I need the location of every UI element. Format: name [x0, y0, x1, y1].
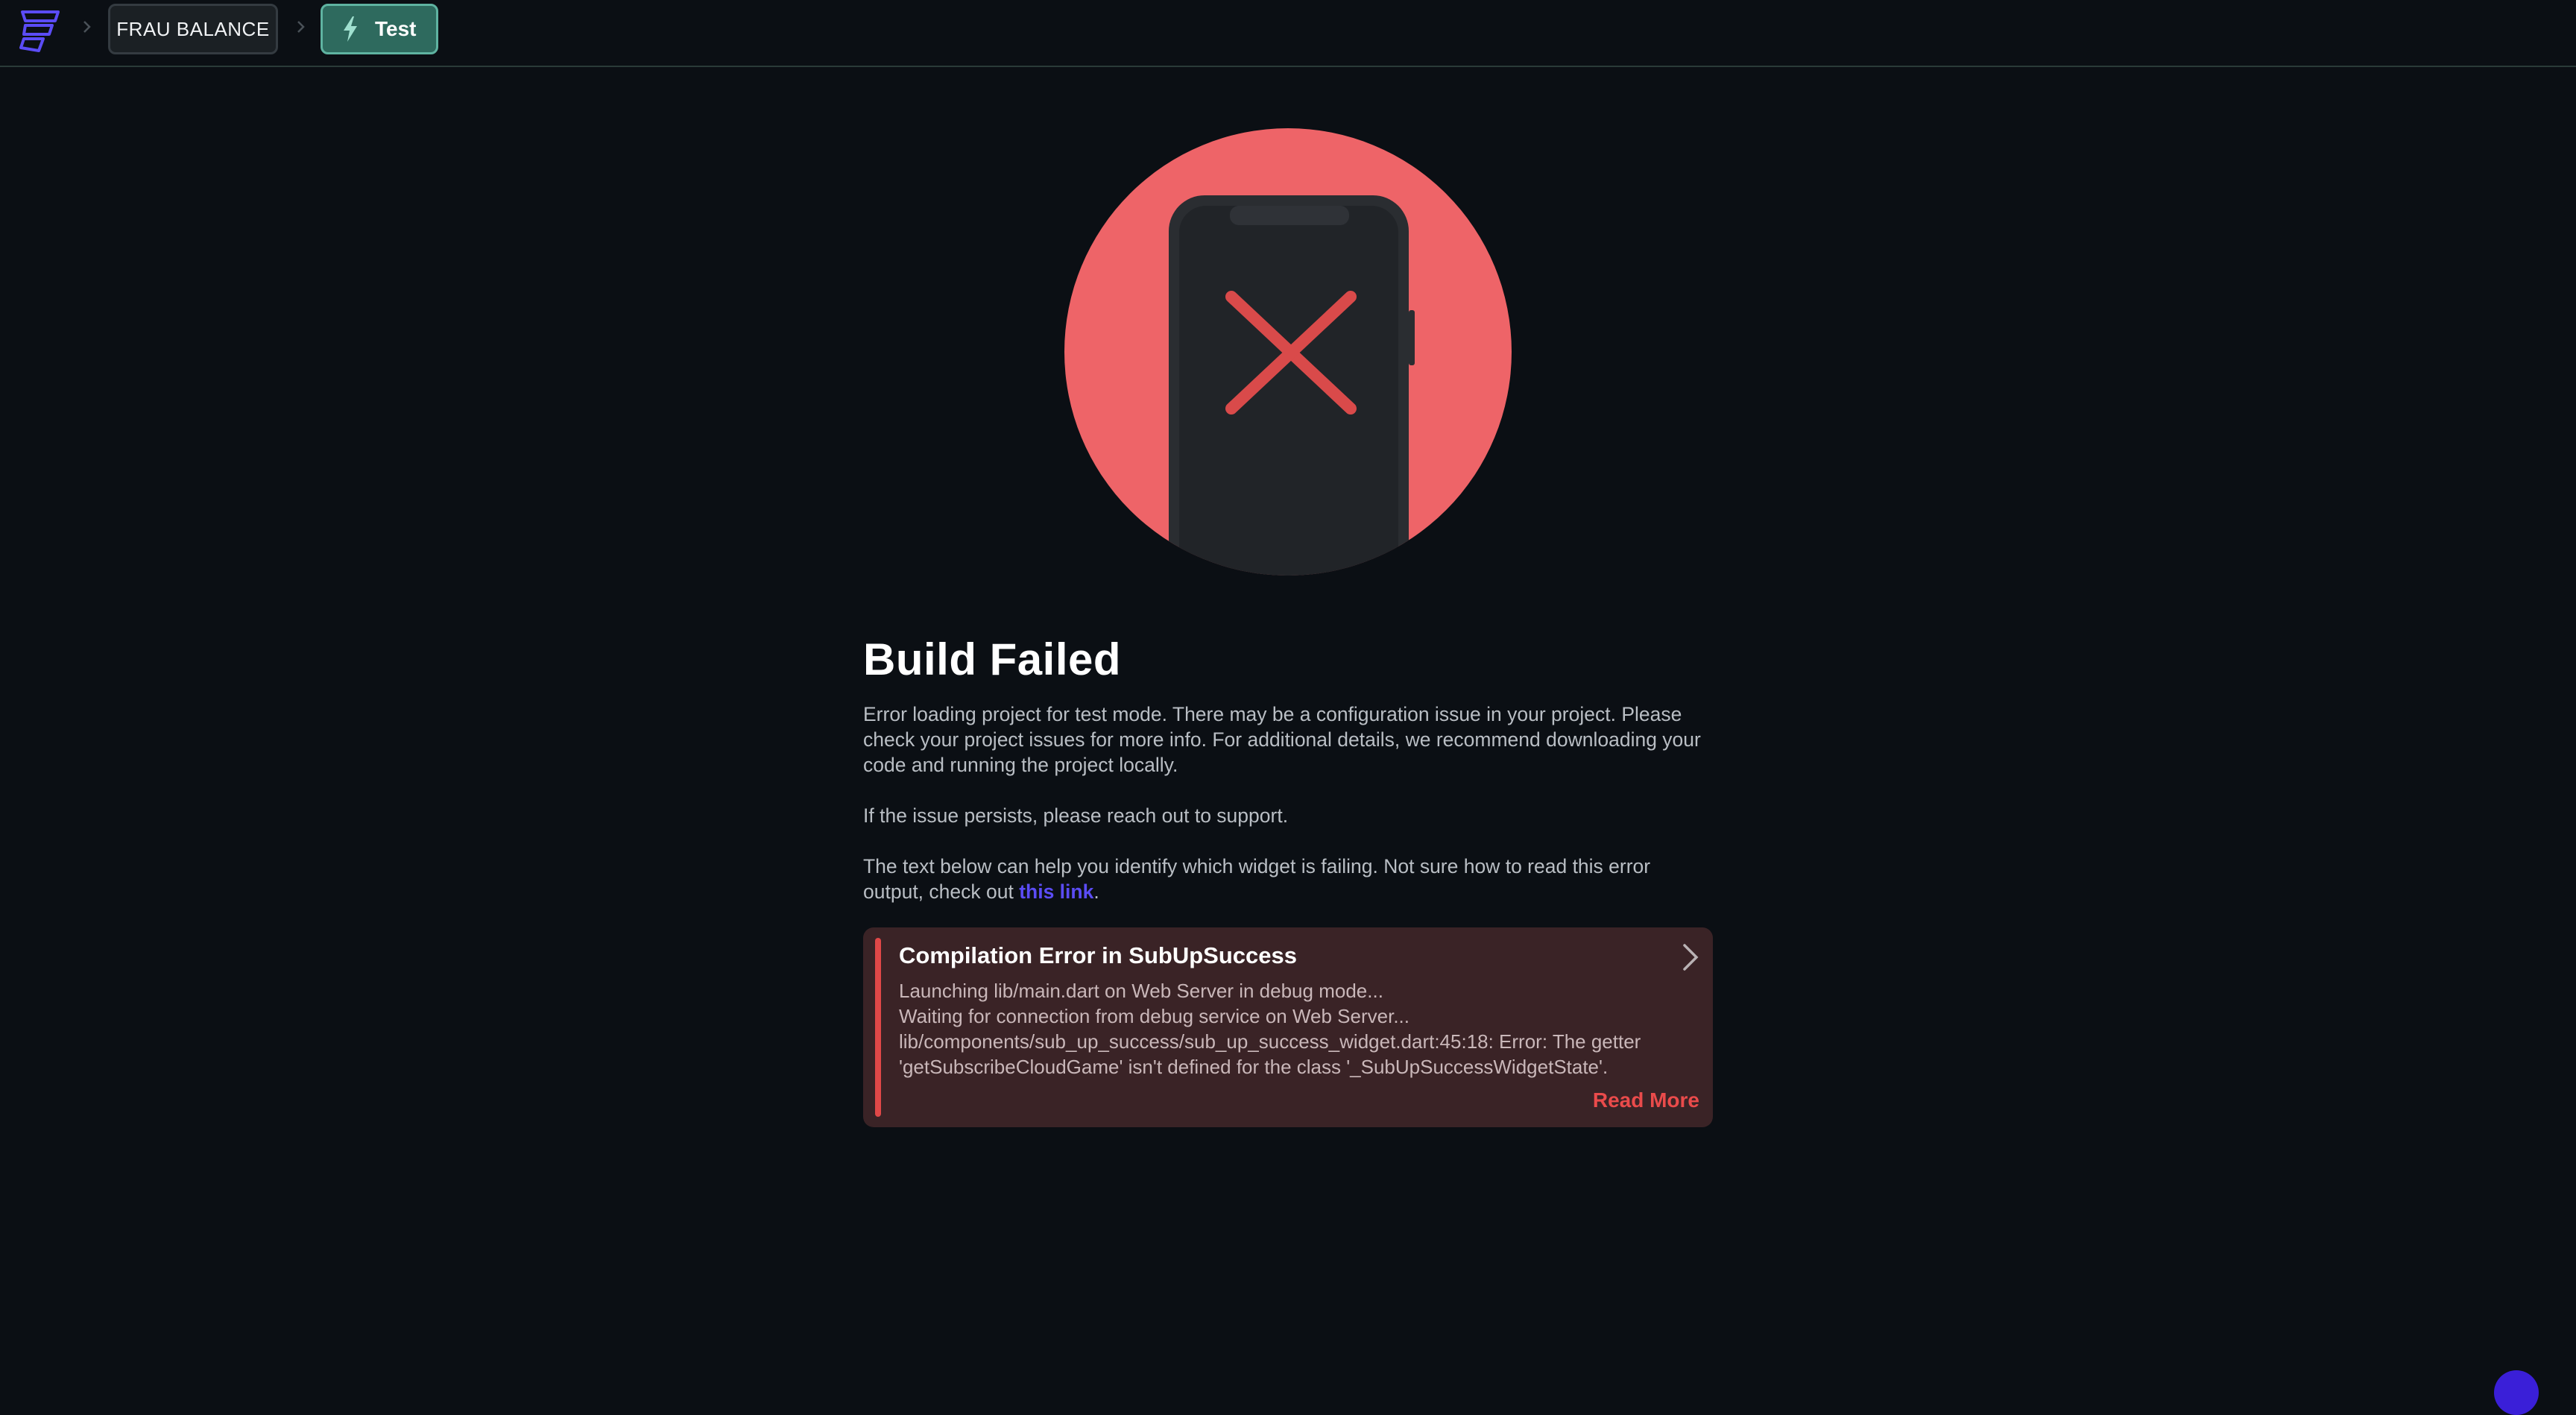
- help-chat-button[interactable]: [2494, 1370, 2539, 1415]
- page-title: Build Failed: [863, 634, 1122, 684]
- breadcrumb-project[interactable]: FRAU BALANCE: [108, 4, 278, 54]
- top-bar: FRAU BALANCE Test: [0, 0, 2576, 67]
- error-log-text: Launching lib/main.dart on Web Server in…: [899, 980, 1641, 1078]
- error-title: Compilation Error in SubUpSuccess: [899, 942, 1297, 968]
- breadcrumb-test-mode[interactable]: Test: [321, 4, 438, 54]
- chevron-right-icon: [83, 21, 91, 33]
- chevron-right-icon: [297, 21, 305, 33]
- help-link[interactable]: this link: [1019, 880, 1093, 903]
- error-description: Error loading project for test mode. The…: [863, 703, 1701, 776]
- breadcrumb-project-label: FRAU BALANCE: [116, 17, 270, 40]
- chevron-right-icon[interactable]: [1677, 941, 1702, 974]
- widget-hint: The text below can help you identify whi…: [863, 854, 1713, 904]
- read-more-button[interactable]: Read More: [1593, 1088, 1699, 1112]
- support-note: If the issue persists, please reach out …: [863, 804, 1289, 827]
- error-accent-bar: [875, 938, 881, 1117]
- phone-with-x-icon: [1064, 128, 1512, 576]
- widget-hint-text: The text below can help you identify whi…: [863, 855, 1651, 903]
- breadcrumb-test-label: Test: [375, 17, 417, 40]
- compilation-error-card[interactable]: Compilation Error in SubUpSuccess Launch…: [863, 927, 1713, 1127]
- widget-hint-suffix: .: [1093, 880, 1099, 903]
- flutterflow-logo-icon[interactable]: [18, 9, 60, 55]
- build-failed-content: Build Failed Error loading project for t…: [863, 634, 1713, 930]
- lightning-bolt-icon: [344, 16, 357, 42]
